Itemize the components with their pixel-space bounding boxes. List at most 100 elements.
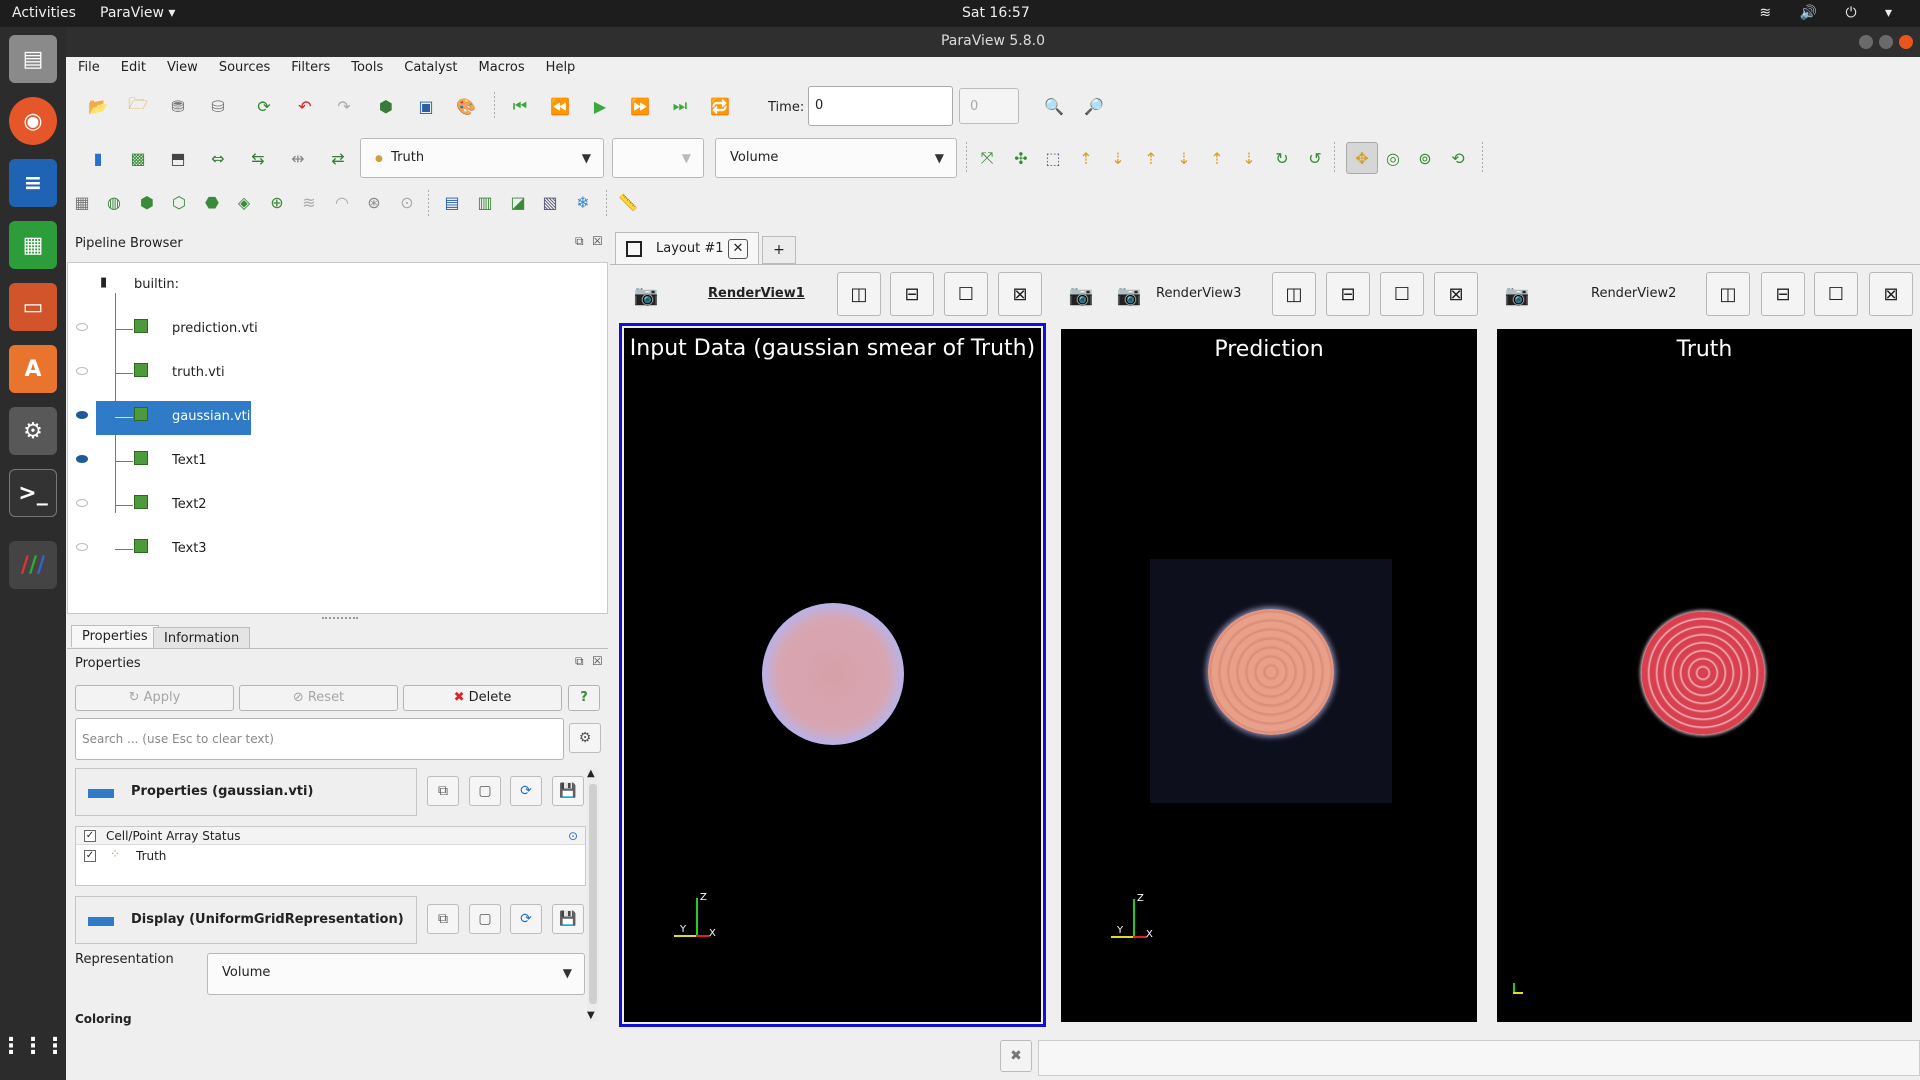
scroll-up-icon[interactable]: ▲ bbox=[587, 768, 595, 779]
render-view-3[interactable]: Prediction Z Y X bbox=[1061, 329, 1477, 1022]
reset-closest-icon[interactable]: ✣ bbox=[1007, 144, 1035, 172]
save-icon[interactable]: 💾 bbox=[552, 776, 584, 806]
extract-subset-icon[interactable]: ◈ bbox=[230, 188, 258, 216]
close-panel-icon[interactable]: ☒ bbox=[592, 234, 603, 248]
split-vertical-icon[interactable]: ⊟ bbox=[890, 272, 934, 316]
capture-icon[interactable]: 📷 bbox=[1063, 277, 1099, 313]
python-icon[interactable]: ❄ bbox=[569, 188, 597, 216]
settings-icon[interactable]: ⚙ bbox=[9, 407, 57, 455]
menu-macros[interactable]: Macros bbox=[470, 57, 534, 79]
view-name[interactable]: RenderView3 bbox=[1156, 286, 1241, 301]
paste-icon[interactable]: ▢ bbox=[469, 904, 501, 934]
apply-button[interactable]: ↻ Apply bbox=[75, 685, 234, 711]
center-axes-icon[interactable]: ✥ bbox=[1346, 142, 1378, 174]
reset-button[interactable]: ⊘ Reset bbox=[239, 685, 398, 711]
slice-icon[interactable]: ⬡ bbox=[165, 188, 193, 216]
close-panel-icon[interactable]: ☒ bbox=[592, 654, 603, 668]
show-apps-icon[interactable]: ⋮⋮⋮ bbox=[0, 1022, 66, 1070]
close-layout-icon[interactable]: ✕ bbox=[728, 239, 748, 259]
maximize-view-icon[interactable]: ☐ bbox=[1380, 272, 1424, 316]
auto-apply-icon[interactable]: ⟳ bbox=[250, 92, 278, 120]
copy-icon[interactable]: ⧉ bbox=[427, 776, 459, 806]
split-horizontal-icon[interactable]: ◫ bbox=[837, 272, 881, 316]
view-plus-x-icon[interactable]: ⇡ bbox=[1072, 144, 1100, 172]
ruler-icon[interactable]: 📏 bbox=[614, 188, 642, 216]
rescale-time-icon[interactable]: ⇆ bbox=[244, 144, 272, 172]
paraview-icon[interactable]: / / / bbox=[9, 541, 57, 589]
histogram-icon[interactable]: ▥ bbox=[471, 188, 499, 216]
splitter-handle[interactable] bbox=[322, 617, 358, 620]
scroll-down-icon[interactable]: ▼ bbox=[587, 1010, 595, 1021]
next-frame-icon[interactable]: ⏩ bbox=[626, 92, 654, 120]
color-array-select[interactable]: ● Truth ▼ bbox=[360, 138, 604, 178]
properties-section-header[interactable]: Properties (gaussian.vti) bbox=[75, 768, 417, 816]
firefox-icon[interactable]: ◉ bbox=[9, 97, 57, 145]
tree-item-truth[interactable]: truth.vti bbox=[68, 357, 607, 389]
view-minus-x-icon[interactable]: ⇣ bbox=[1104, 144, 1132, 172]
representation-select[interactable]: Volume ▼ bbox=[715, 138, 957, 178]
menu-file[interactable]: File bbox=[69, 57, 109, 79]
threshold-icon[interactable]: ⬣ bbox=[198, 188, 226, 216]
save-icon[interactable]: 💾 bbox=[552, 904, 584, 934]
tree-item-text2[interactable]: Text2 bbox=[68, 489, 607, 521]
rescale-visible-icon[interactable]: ⇹ bbox=[284, 144, 312, 172]
component-select[interactable]: ▼ bbox=[612, 138, 704, 178]
software-icon[interactable]: A bbox=[9, 345, 57, 393]
reset-range-icon[interactable]: ⬒ bbox=[164, 144, 192, 172]
view-name[interactable]: RenderView1 bbox=[708, 286, 805, 301]
pick-center-icon[interactable]: ⟲ bbox=[1444, 144, 1472, 172]
delete-button[interactable]: ✖ Delete bbox=[403, 685, 562, 711]
split-horizontal-icon[interactable]: ◫ bbox=[1706, 272, 1750, 316]
undock-icon[interactable]: ⧉ bbox=[575, 654, 584, 669]
recent-icon[interactable]: 🗁 bbox=[124, 92, 152, 120]
scrollbar[interactable]: ▲ ▼ bbox=[587, 768, 599, 1022]
eye-hidden-icon[interactable] bbox=[76, 323, 88, 331]
array-checkbox[interactable]: ✓ bbox=[84, 850, 96, 862]
menu-filters[interactable]: Filters bbox=[282, 57, 339, 79]
time-step-spinbox[interactable]: 0 bbox=[959, 88, 1019, 124]
split-vertical-icon[interactable]: ⊟ bbox=[1761, 272, 1805, 316]
open-icon[interactable]: 📂 bbox=[84, 92, 112, 120]
previous-frame-icon[interactable]: ⏪ bbox=[546, 92, 574, 120]
redo-icon[interactable]: ↷ bbox=[330, 92, 358, 120]
reset-center-icon[interactable]: ⊚ bbox=[1411, 144, 1439, 172]
tree-item-text1[interactable]: Text1 bbox=[68, 445, 607, 477]
eye-visible-icon[interactable] bbox=[76, 455, 88, 463]
close-view-icon[interactable]: ⊠ bbox=[998, 272, 1042, 316]
help-button[interactable]: ? bbox=[568, 685, 600, 711]
rescale-all-icon[interactable]: ⇄ bbox=[324, 144, 352, 172]
connect-icon[interactable]: ⛃ bbox=[164, 92, 192, 120]
output-console[interactable] bbox=[1038, 1040, 1920, 1076]
sort-icon[interactable]: ⊙ bbox=[568, 829, 578, 843]
eye-hidden-icon[interactable] bbox=[76, 543, 88, 551]
writer-icon[interactable]: ≡ bbox=[9, 159, 57, 207]
view-minus-y-icon[interactable]: ⇣ bbox=[1170, 144, 1198, 172]
contour-icon[interactable]: ◍ bbox=[100, 188, 128, 216]
layout-tab[interactable]: Layout #1 ✕ bbox=[615, 232, 759, 265]
tree-item-text3[interactable]: Text3 bbox=[68, 533, 607, 565]
maximize-view-icon[interactable]: ☐ bbox=[1814, 272, 1858, 316]
rotate-minus-90-icon[interactable]: ↺ bbox=[1301, 144, 1329, 172]
eye-hidden-icon[interactable] bbox=[76, 499, 88, 507]
calculator-icon[interactable]: ▦ bbox=[68, 188, 96, 216]
view-minus-z-icon[interactable]: ⇣ bbox=[1235, 144, 1263, 172]
refresh-icon[interactable]: ⟳ bbox=[510, 904, 542, 934]
clock[interactable]: Sat 16:57 bbox=[962, 5, 1030, 21]
minimize-icon[interactable] bbox=[1859, 35, 1873, 49]
scroll-thumb[interactable] bbox=[589, 784, 597, 1004]
advanced-settings-icon[interactable]: ⚙ bbox=[569, 723, 601, 753]
tree-item-prediction[interactable]: prediction.vti bbox=[68, 313, 607, 345]
zoom-box-icon[interactable]: ⬚ bbox=[1039, 144, 1067, 172]
select-all-checkbox[interactable]: ✓ bbox=[84, 830, 96, 842]
group-icon[interactable]: ⊛ bbox=[360, 188, 388, 216]
display-section-header[interactable]: Display (UniformGridRepresentation) bbox=[75, 896, 417, 944]
menu-view[interactable]: View bbox=[158, 57, 207, 79]
spreadsheet-icon[interactable]: ▤ bbox=[438, 188, 466, 216]
maximize-view-icon[interactable]: ☐ bbox=[944, 272, 988, 316]
clear-output-icon[interactable]: ✖ bbox=[1000, 1040, 1032, 1072]
rotate-plus-90-icon[interactable]: ↻ bbox=[1268, 144, 1296, 172]
activities-button[interactable]: Activities bbox=[12, 5, 76, 21]
eye-visible-icon[interactable] bbox=[76, 411, 88, 419]
menu-sources[interactable]: Sources bbox=[210, 57, 279, 79]
eye-hidden-icon[interactable] bbox=[76, 367, 88, 375]
